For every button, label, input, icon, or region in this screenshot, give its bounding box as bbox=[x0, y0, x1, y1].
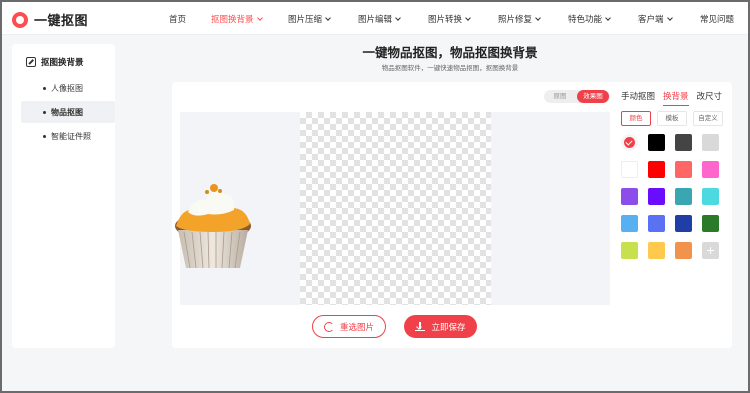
nav-item-home[interactable]: 首页 bbox=[169, 13, 186, 25]
background-sub-tabs: 颜色 模板 自定义 bbox=[621, 111, 729, 126]
tab-change-background[interactable]: 换背景 bbox=[663, 90, 689, 106]
color-swatch[interactable] bbox=[702, 161, 719, 178]
nav-item-compress[interactable]: 图片压缩 bbox=[288, 13, 331, 25]
color-swatch[interactable] bbox=[648, 242, 665, 259]
page-subtitle: 物品抠图软件，一键快速物品抠图，抠图换背景 bbox=[381, 64, 519, 72]
tab-resize[interactable]: 改尺寸 bbox=[697, 90, 723, 102]
chevron-down-icon bbox=[605, 15, 611, 21]
view-toggle[interactable]: 原图 效果图 bbox=[544, 90, 610, 103]
color-swatch[interactable] bbox=[648, 215, 665, 232]
color-swatch[interactable] bbox=[675, 134, 692, 151]
subtab-color[interactable]: 颜色 bbox=[621, 111, 651, 126]
nav-item-faq[interactable]: 常见问题 bbox=[700, 13, 734, 25]
tab-manual-cutout[interactable]: 手动抠图 bbox=[621, 90, 655, 102]
chevron-down-icon bbox=[325, 15, 331, 21]
chevron-down-icon bbox=[465, 15, 471, 21]
sidebar-item-object[interactable]: 物品抠图 bbox=[21, 101, 115, 123]
toggle-result[interactable]: 效果图 bbox=[577, 90, 609, 103]
color-swatch[interactable] bbox=[621, 161, 638, 178]
color-swatch[interactable] bbox=[648, 161, 665, 178]
subtab-template[interactable]: 模板 bbox=[657, 111, 687, 126]
logo-icon bbox=[12, 11, 28, 28]
subtab-custom[interactable]: 自定义 bbox=[693, 111, 723, 126]
chevron-down-icon bbox=[256, 15, 263, 21]
nav-item-edit[interactable]: 图片编辑 bbox=[358, 13, 401, 25]
color-swatch[interactable] bbox=[648, 134, 665, 151]
top-header: 一键抠图 首页 抠图换背景 图片压缩 图片编辑 图片转换 照片修复 特色功能 客… bbox=[2, 2, 748, 35]
color-swatch[interactable] bbox=[621, 215, 638, 232]
download-icon bbox=[415, 321, 426, 332]
cutout-icon bbox=[26, 57, 36, 67]
chevron-down-icon bbox=[395, 15, 401, 21]
nav-item-repair[interactable]: 照片修复 bbox=[498, 13, 541, 25]
color-swatch[interactable] bbox=[702, 215, 719, 232]
nav-item-features[interactable]: 特色功能 bbox=[568, 13, 611, 25]
color-swatch[interactable] bbox=[648, 188, 665, 205]
color-swatch[interactable] bbox=[621, 188, 638, 205]
swatch-add-custom[interactable] bbox=[702, 242, 719, 259]
save-now-button[interactable]: 立即保存 bbox=[404, 315, 477, 338]
chevron-down-icon bbox=[666, 15, 673, 21]
page-title: 一键物品抠图，物品抠图换背景 bbox=[362, 45, 538, 60]
nav-item-convert[interactable]: 图片转换 bbox=[428, 13, 471, 25]
plus-icon bbox=[702, 242, 719, 259]
logo-text: 一键抠图 bbox=[34, 14, 89, 29]
toggle-original[interactable]: 原图 bbox=[544, 90, 576, 103]
sidebar-item-portrait[interactable]: 人像抠图 bbox=[21, 77, 115, 99]
cupcake-image bbox=[175, 184, 251, 269]
transparent-background bbox=[300, 112, 491, 305]
app-window: 一键抠图 首页 抠图换背景 图片压缩 图片编辑 图片转换 照片修复 特色功能 客… bbox=[0, 0, 750, 393]
color-swatch[interactable] bbox=[675, 242, 692, 259]
editor-panel: 原图 效果图 手动抠图 换背景 改尺寸 颜色 模板 自定义 bbox=[172, 82, 732, 348]
swatch-transparent-selected[interactable] bbox=[621, 134, 638, 151]
chevron-down-icon bbox=[535, 15, 541, 21]
nav-item-cutout[interactable]: 抠图换背景 bbox=[211, 13, 263, 25]
reselect-image-button[interactable]: 重选图片 bbox=[312, 315, 386, 338]
check-icon bbox=[624, 137, 635, 148]
sidebar-title: 抠图换背景 bbox=[26, 56, 84, 68]
color-swatch[interactable] bbox=[675, 161, 692, 178]
refresh-icon bbox=[323, 321, 334, 332]
nav-item-client[interactable]: 客户端 bbox=[638, 13, 673, 25]
sidebar-item-id-photo[interactable]: 智能证件照 bbox=[21, 125, 115, 147]
color-swatch[interactable] bbox=[702, 188, 719, 205]
color-swatch[interactable] bbox=[675, 188, 692, 205]
tool-tabs: 手动抠图 换背景 改尺寸 bbox=[621, 90, 730, 106]
sidebar: 抠图换背景 人像抠图 物品抠图 智能证件照 bbox=[12, 44, 115, 348]
color-swatch[interactable] bbox=[702, 134, 719, 151]
logo[interactable]: 一键抠图 bbox=[12, 10, 88, 29]
color-swatch[interactable] bbox=[621, 242, 638, 259]
color-swatch[interactable] bbox=[675, 215, 692, 232]
